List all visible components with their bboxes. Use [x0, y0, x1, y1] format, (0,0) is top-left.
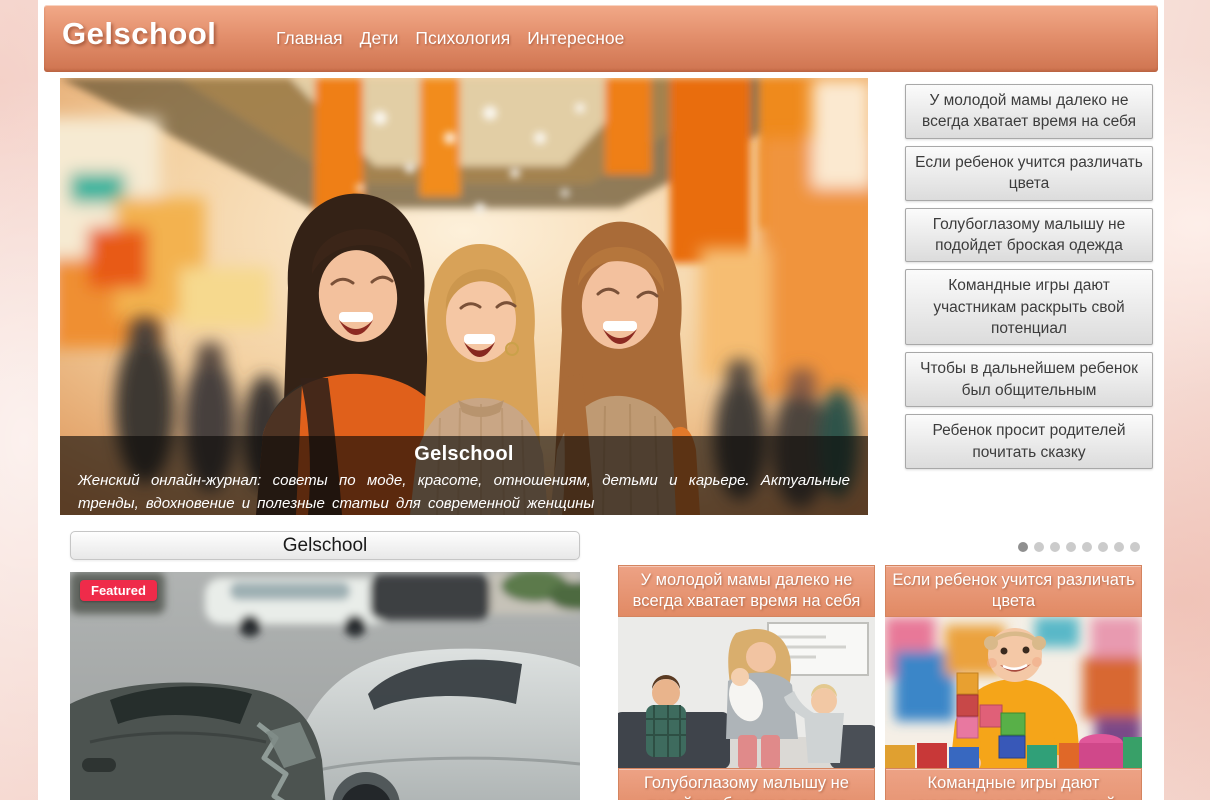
article-card-image-blocks — [885, 617, 1142, 769]
carousel-dot[interactable] — [1082, 542, 1092, 552]
carousel-dot[interactable] — [1050, 542, 1060, 552]
hero-caption-title: Gelschool — [78, 443, 850, 466]
sidebar-item-komandnye-igry[interactable]: Командные игры дают участникам раскрыть … — [905, 269, 1153, 345]
featured-badge: Featured — [80, 580, 157, 601]
article-card-title[interactable]: У молодой мамы далеко не всегда хватает … — [618, 565, 875, 617]
nav-item-interesnoe[interactable]: Интересное — [527, 28, 624, 49]
hero-caption-text: Женский онлайн-журнал: советы по моде, к… — [78, 469, 850, 515]
nav-item-deti[interactable]: Дети — [360, 28, 399, 49]
carousel-dot[interactable] — [1018, 542, 1028, 552]
nav-item-glavnaya[interactable]: Главная — [276, 28, 343, 49]
article-card-title[interactable]: Голубоглазому малышу не подойдет броская… — [618, 768, 875, 800]
hero-caption: Gelschool Женский онлайн-журнал: советы … — [60, 436, 868, 515]
article-card-image-mother — [618, 617, 875, 769]
carousel-dot[interactable] — [1130, 542, 1140, 552]
sidebar-item-skazku[interactable]: Ребенок просит родителей почитать сказку — [905, 414, 1153, 469]
article-card-goluboglazomu[interactable]: Голубоглазому малышу не подойдет броская… — [618, 768, 875, 800]
main-nav: Главная Дети Психология Интересное — [276, 5, 624, 72]
sidebar-item-goluboglazomu[interactable]: Голубоглазому малышу не подойдет броская… — [905, 208, 1153, 263]
article-card-komandnye-igry[interactable]: Командные игры дают участникам раскрыть … — [885, 768, 1142, 800]
article-card-title[interactable]: Командные игры дают участникам раскрыть … — [885, 768, 1142, 800]
site-header: Gelschool Главная Дети Психология Интере… — [44, 5, 1158, 72]
carousel-dot[interactable] — [1114, 542, 1124, 552]
section-title-bar: Gelschool — [70, 531, 580, 560]
article-card-mama-vremya[interactable]: У молодой мамы далеко не всегда хватает … — [618, 565, 875, 769]
article-card-title[interactable]: Если ребенок учится различать цвета — [885, 565, 1142, 617]
carousel-dot[interactable] — [1034, 542, 1044, 552]
featured-article[interactable]: Featured — [70, 572, 580, 800]
sidebar-item-mama-vremya[interactable]: У молодой мамы далеко не всегда хватает … — [905, 84, 1153, 139]
site-logo[interactable]: Gelschool — [62, 16, 216, 52]
sidebar-item-razlichat-cveta[interactable]: Если ребенок учится различать цвета — [905, 146, 1153, 201]
featured-image — [70, 572, 580, 800]
article-card-razlichat-cveta[interactable]: Если ребенок учится различать цвета — [885, 565, 1142, 769]
sidebar: У молодой мамы далеко не всегда хватает … — [905, 84, 1153, 469]
page-wrapper: Gelschool Главная Дети Психология Интере… — [38, 0, 1164, 800]
carousel-dots — [1018, 542, 1140, 552]
carousel-dot[interactable] — [1066, 542, 1076, 552]
nav-item-psihologiya[interactable]: Психология — [415, 28, 510, 49]
hero-slide: Gelschool Женский онлайн-журнал: советы … — [60, 78, 868, 515]
carousel-dot[interactable] — [1098, 542, 1108, 552]
sidebar-item-obschitelnym[interactable]: Чтобы в дальнейшем ребенок был общительн… — [905, 352, 1153, 407]
